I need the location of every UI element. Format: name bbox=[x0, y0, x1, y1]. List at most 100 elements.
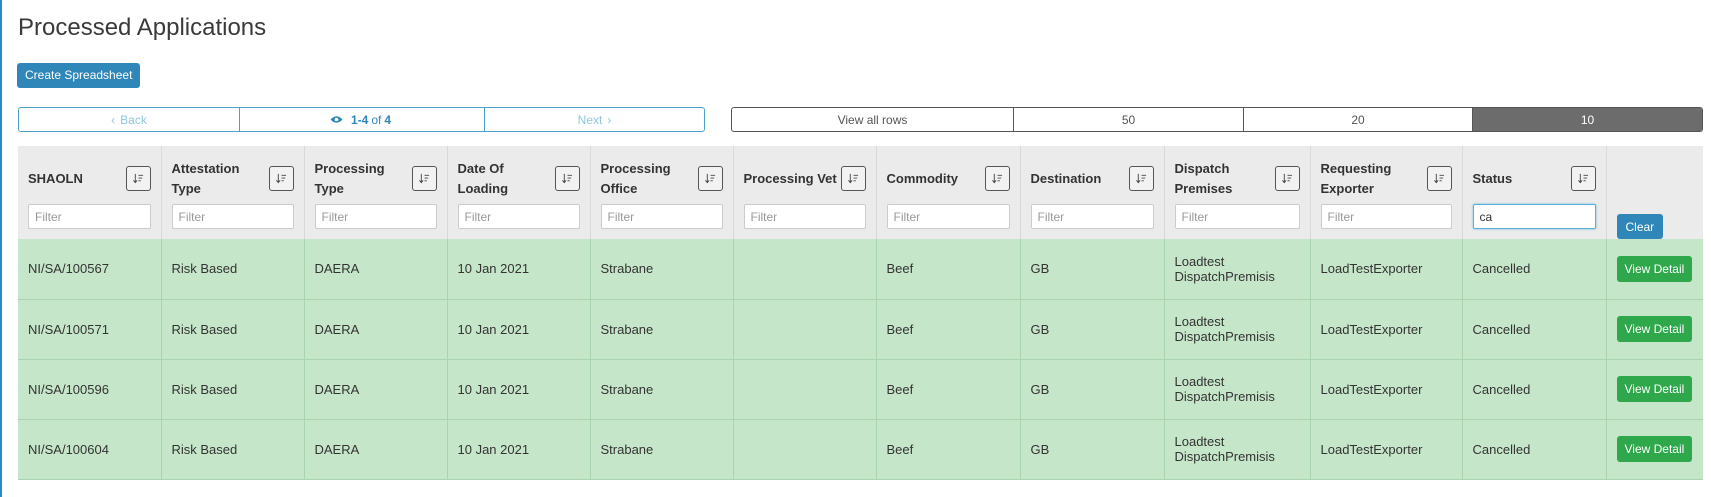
create-spreadsheet-button[interactable]: Create Spreadsheet bbox=[17, 63, 141, 88]
table-cell: Risk Based bbox=[161, 299, 305, 360]
sort-icon[interactable] bbox=[125, 166, 151, 191]
table-cell: 10 Jan 2021 bbox=[447, 299, 591, 360]
table-cell: GB bbox=[1020, 359, 1165, 420]
rows-option-20[interactable]: 20 bbox=[1244, 108, 1473, 131]
table-cell: Cancelled bbox=[1462, 419, 1607, 480]
column-label: Status bbox=[1472, 170, 1513, 186]
table-cell: LoadTestExporter bbox=[1310, 299, 1463, 360]
table-cell bbox=[733, 239, 877, 300]
table-cell: Cancelled bbox=[1462, 239, 1607, 300]
table-cell: NI/SA/100596 bbox=[18, 359, 162, 420]
view-detail-button[interactable]: View Detail bbox=[1616, 436, 1693, 462]
next-label: Next bbox=[577, 112, 603, 127]
table-cell: Beef bbox=[876, 239, 1021, 300]
pagination: ‹ Back 1-4 of 4 Next › bbox=[18, 107, 705, 132]
sort-icon[interactable] bbox=[1128, 166, 1154, 191]
page-total: 4 bbox=[384, 112, 392, 127]
column-label: Attestation Type bbox=[171, 160, 240, 196]
sort-icon[interactable] bbox=[840, 166, 866, 191]
table-cell: GB bbox=[1020, 239, 1165, 300]
column-filter-input[interactable] bbox=[1030, 204, 1154, 229]
table-cell: GB bbox=[1020, 419, 1165, 480]
column-header-5: Processing Vet bbox=[733, 146, 877, 239]
rows-option-50[interactable]: 50 bbox=[1014, 108, 1244, 131]
table-cell: Risk Based bbox=[161, 239, 305, 300]
column-label: Requesting Exporter bbox=[1320, 160, 1392, 196]
column-filter-input[interactable] bbox=[1174, 204, 1300, 229]
sort-icon[interactable] bbox=[554, 166, 580, 191]
rows-option-10-selected[interactable]: 10 bbox=[1473, 108, 1702, 131]
table-cell: 10 Jan 2021 bbox=[447, 239, 591, 300]
column-filter-input[interactable] bbox=[457, 204, 580, 229]
clear-header: Clear bbox=[1606, 146, 1703, 239]
table-cell bbox=[733, 359, 877, 420]
table-cell: DAERA bbox=[304, 239, 448, 300]
table-row: NI/SA/100571 Risk Based DAERA 10 Jan 2021 St… bbox=[18, 299, 1703, 360]
column-header-10: Status bbox=[1462, 146, 1607, 239]
table-cell: 10 Jan 2021 bbox=[447, 359, 591, 420]
column-label: Processing Office bbox=[600, 160, 671, 196]
column-label: Destination bbox=[1030, 170, 1102, 186]
sort-icon[interactable] bbox=[1570, 166, 1596, 191]
column-header-0: SHAOLN bbox=[18, 146, 162, 239]
view-detail-button[interactable]: View Detail bbox=[1616, 316, 1693, 342]
column-filter-input[interactable] bbox=[314, 204, 437, 229]
sort-icon[interactable] bbox=[984, 166, 1010, 191]
table-cell: Beef bbox=[876, 359, 1021, 420]
table-cell: Cancelled bbox=[1462, 299, 1607, 360]
clear-filters-button[interactable]: Clear bbox=[1616, 214, 1664, 239]
column-header-3: Date Of Loading bbox=[447, 146, 591, 239]
table-cell: NI/SA/100567 bbox=[18, 239, 162, 300]
view-detail-button[interactable]: View Detail bbox=[1616, 376, 1693, 402]
table-cell: Risk Based bbox=[161, 359, 305, 420]
table-cell: Loadtest DispatchPremisis bbox=[1164, 299, 1311, 360]
rows-option-all[interactable]: View all rows bbox=[732, 108, 1014, 131]
sort-icon[interactable] bbox=[268, 166, 294, 191]
applications-table: SHAOLN Attestation Type Processing Type Dat… bbox=[18, 146, 1703, 480]
table-cell: Strabane bbox=[590, 299, 734, 360]
view-detail-button[interactable]: View Detail bbox=[1616, 255, 1693, 282]
page-range: 1-4 bbox=[350, 112, 369, 127]
table-cell: LoadTestExporter bbox=[1310, 359, 1463, 420]
table-cell: 10 Jan 2021 bbox=[447, 419, 591, 480]
action-cell: View Detail bbox=[1606, 299, 1703, 360]
column-filter-input[interactable] bbox=[171, 204, 294, 229]
sort-icon[interactable] bbox=[697, 166, 723, 191]
table-cell: Loadtest DispatchPremisis bbox=[1164, 359, 1311, 420]
table-cell: Risk Based bbox=[161, 419, 305, 480]
sort-icon[interactable] bbox=[411, 166, 437, 191]
table-cell: Cancelled bbox=[1462, 359, 1607, 420]
table-body: NI/SA/100567 Risk Based DAERA 10 Jan 2021 St… bbox=[18, 239, 1703, 480]
left-edge-accent bbox=[0, 0, 2, 497]
chevron-left-icon: ‹ bbox=[111, 112, 116, 127]
column-label: Dispatch Premises bbox=[1174, 160, 1233, 196]
table-cell: Beef bbox=[876, 419, 1021, 480]
next-button[interactable]: Next › bbox=[485, 108, 704, 131]
sort-icon[interactable] bbox=[1274, 166, 1300, 191]
column-filter-input[interactable] bbox=[743, 204, 866, 229]
column-label: Date Of Loading bbox=[457, 160, 509, 196]
rows-per-page: View all rows 50 20 10 bbox=[731, 107, 1703, 132]
column-header-8: Dispatch Premises bbox=[1164, 146, 1311, 239]
table-cell bbox=[733, 419, 877, 480]
table-cell: GB bbox=[1020, 299, 1165, 360]
sort-icon[interactable] bbox=[1426, 166, 1452, 191]
table-cell: Strabane bbox=[590, 359, 734, 420]
column-filter-input[interactable] bbox=[28, 204, 151, 229]
action-cell: View Detail bbox=[1606, 239, 1703, 300]
page-title: Processed Applications bbox=[18, 14, 267, 41]
back-label: Back bbox=[120, 112, 147, 127]
table-row: NI/SA/100604 Risk Based DAERA 10 Jan 2021 St… bbox=[18, 419, 1703, 480]
column-filter-input[interactable] bbox=[600, 204, 723, 229]
table-cell bbox=[733, 299, 877, 360]
table-cell: LoadTestExporter bbox=[1310, 239, 1463, 300]
column-header-7: Destination bbox=[1020, 146, 1165, 239]
column-filter-input[interactable] bbox=[1472, 204, 1596, 229]
column-filter-input[interactable] bbox=[1320, 204, 1452, 229]
table-cell: NI/SA/100604 bbox=[18, 419, 162, 480]
page-of: of bbox=[371, 112, 382, 127]
column-label: SHAOLN bbox=[28, 170, 83, 186]
back-button[interactable]: ‹ Back bbox=[19, 108, 240, 131]
column-filter-input[interactable] bbox=[886, 204, 1010, 229]
table-row: NI/SA/100567 Risk Based DAERA 10 Jan 2021 St… bbox=[18, 239, 1703, 300]
